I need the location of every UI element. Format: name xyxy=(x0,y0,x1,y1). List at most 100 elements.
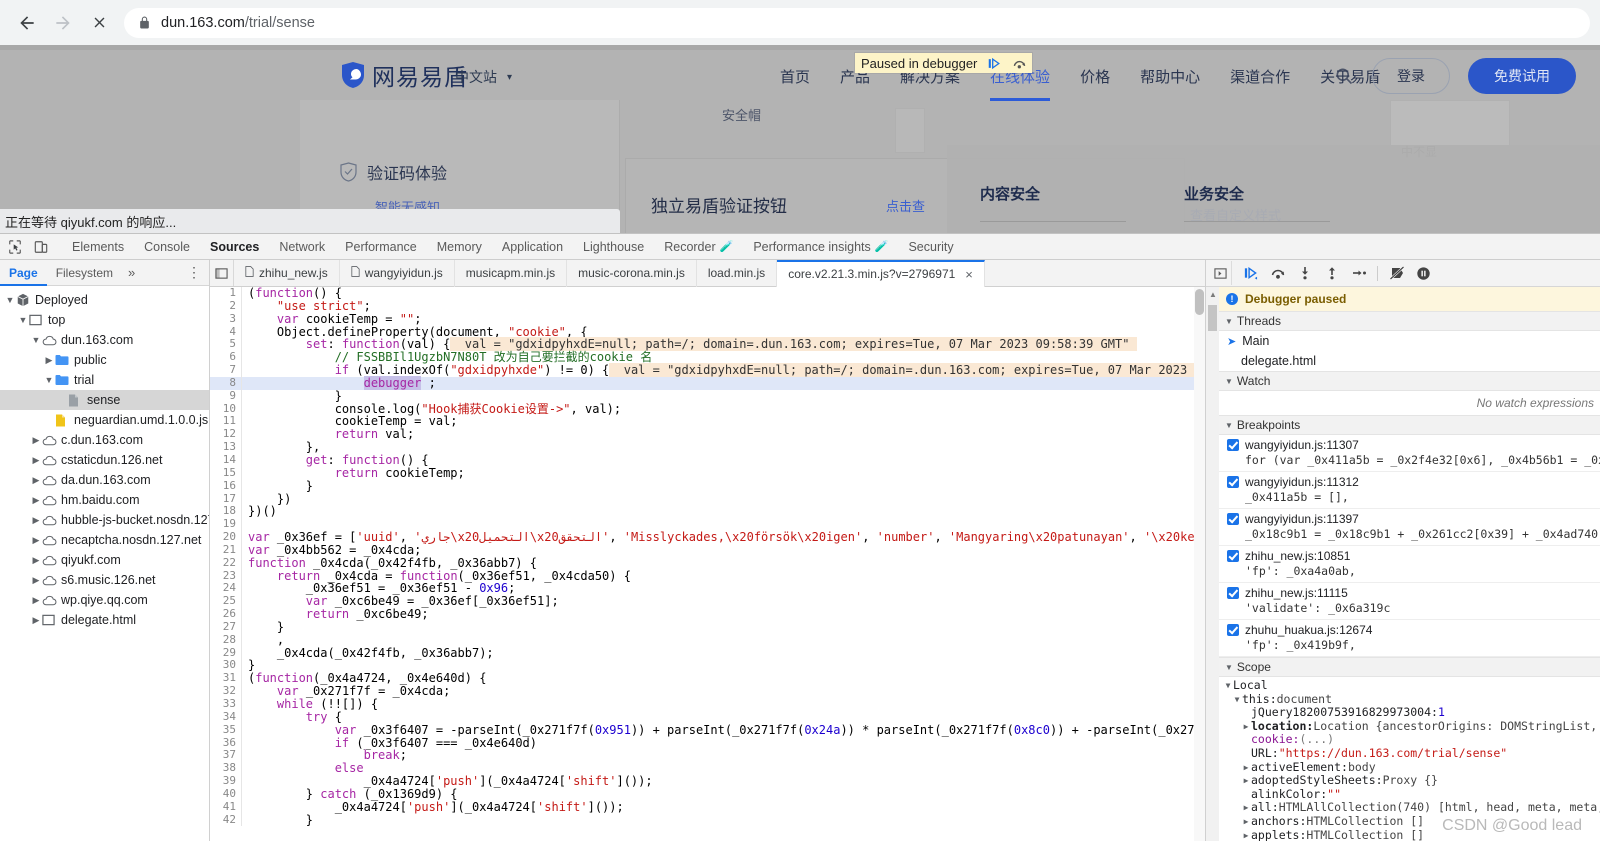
code-line[interactable]: 18})() xyxy=(210,504,1205,519)
banner-resume-button[interactable] xyxy=(983,54,1006,72)
scope-expander-icon[interactable]: ▶ xyxy=(1241,774,1251,788)
tree-item-hm-baidu-com[interactable]: ▶ hm.baidu.com xyxy=(0,490,209,510)
breakpoint-checkbox[interactable] xyxy=(1227,439,1239,451)
tree-item-dun-163-com[interactable]: ▼ dun.163.com xyxy=(0,330,209,350)
section-header-watch[interactable]: ▼ Watch xyxy=(1219,371,1600,391)
code-editor[interactable]: 1 (function() {2 "use strict"; 3 var cooki… xyxy=(210,287,1205,841)
line-number[interactable]: 6 xyxy=(210,350,242,365)
navigator-tab-filesystem[interactable]: Filesystem xyxy=(47,260,122,286)
code-line[interactable]: 26 return _0xc6be49; xyxy=(210,607,1205,621)
tab-lighthouse[interactable]: Lighthouse xyxy=(573,234,654,260)
thread-item-delegate[interactable]: delegate.html xyxy=(1219,351,1600,371)
tree-item-neguardian-umd-1-0-0-js[interactable]: neguardian.umd.1.0.0.js xyxy=(0,410,209,430)
address-bar[interactable]: dun.163.com/trial/sense xyxy=(124,7,1590,38)
close-tab-icon[interactable]: × xyxy=(965,267,973,282)
line-number[interactable]: 34 xyxy=(210,710,242,724)
code-line[interactable]: 39 _0x4a4724['push'](_0x4a4724['shift'](… xyxy=(210,774,1205,788)
tree-twisty-icon[interactable]: ▼ xyxy=(4,295,16,305)
show-debugger-button[interactable] xyxy=(1209,261,1232,285)
line-number[interactable]: 26 xyxy=(210,607,242,621)
code-line[interactable]: 9 } xyxy=(210,389,1205,403)
file-tab-wangyiyidun-js[interactable]: wangyiyidun.js xyxy=(340,259,455,287)
tab-recorder[interactable]: Recorder 🧪 xyxy=(654,234,743,260)
editor-scrollbar[interactable] xyxy=(1194,287,1205,841)
banner-step-over-button[interactable] xyxy=(1008,54,1031,72)
thread-item-main[interactable]: ➤ Main xyxy=(1219,331,1600,351)
tab-elements[interactable]: Elements xyxy=(62,234,134,260)
line-number[interactable]: 4 xyxy=(210,325,242,339)
nav-item-partners[interactable]: 渠道合作 xyxy=(1230,66,1290,87)
section-header-scope[interactable]: ▼ Scope xyxy=(1219,657,1600,677)
tree-twisty-icon[interactable]: ▶ xyxy=(30,515,42,526)
chevron-double-right-icon[interactable]: » xyxy=(122,265,141,280)
file-tab-music-corona-min-js[interactable]: music-corona.min.js xyxy=(567,259,697,287)
breakpoint-checkbox[interactable] xyxy=(1227,550,1239,562)
code-line[interactable]: 34 try { xyxy=(210,710,1205,724)
breakpoint-checkbox[interactable] xyxy=(1227,513,1239,525)
line-number[interactable]: 16 xyxy=(210,479,242,493)
tree-twisty-icon[interactable]: ▶ xyxy=(43,355,55,366)
tree-item-trial[interactable]: ▼ trial xyxy=(0,370,209,390)
line-number[interactable]: 42 xyxy=(210,813,242,827)
code-line[interactable]: 40 } catch (_0x1369d9) { xyxy=(210,787,1205,801)
tab-memory[interactable]: Memory xyxy=(427,234,492,260)
scope-row[interactable]: jQuery18200753916829973004: 1 xyxy=(1223,706,1600,720)
deactivate-breakpoints-button[interactable] xyxy=(1384,261,1409,285)
scope-row[interactable]: ▶ all: HTMLAllCollection(740) [html, head… xyxy=(1223,801,1600,815)
tree-twisty-icon[interactable]: ▶ xyxy=(30,535,42,546)
scope-expander-icon[interactable]: ▶ xyxy=(1241,720,1251,734)
editor-scrollbar-thumb[interactable] xyxy=(1195,289,1204,315)
code-line[interactable]: 41 _0x4a4724['push'](_0x4a4724['shift'](… xyxy=(210,800,1205,814)
line-number[interactable]: 40 xyxy=(210,787,242,801)
back-button[interactable] xyxy=(10,6,44,40)
code-line[interactable]: 8 debugger ; xyxy=(210,375,1205,390)
tree-twisty-icon[interactable]: ▶ xyxy=(30,595,42,606)
file-tab-load-min-js[interactable]: load.min.js xyxy=(697,259,778,287)
site-brand[interactable]: 网易易盾 xyxy=(340,58,468,92)
line-number[interactable]: 2 xyxy=(210,299,242,313)
step-over-button[interactable] xyxy=(1265,261,1290,285)
stop-loading-button[interactable] xyxy=(82,6,116,40)
tab-performance[interactable]: Performance xyxy=(335,234,427,260)
breakpoint-item[interactable]: wangyiyidun.js:11312 _0x411a5b = [], xyxy=(1219,472,1600,509)
code-line[interactable]: 33 while (!![]) { xyxy=(210,697,1205,711)
file-tab-musicapm-min-js[interactable]: musicapm.min.js xyxy=(455,259,568,287)
breakpoint-item[interactable]: zhihu_new.js:11115'validate': _0x6a319c xyxy=(1219,583,1600,620)
scope-row[interactable]: ▶ adoptedStyleSheets: Proxy {} xyxy=(1223,774,1600,788)
tree-twisty-icon[interactable]: ▶ xyxy=(30,475,42,486)
scope-row[interactable]: ▶ location: Location {ancestorOrigins: DO… xyxy=(1223,719,1600,734)
line-number[interactable]: 22 xyxy=(210,556,242,570)
tree-twisty-icon[interactable]: ▶ xyxy=(30,575,42,586)
code-line[interactable]: 28 , xyxy=(210,633,1205,647)
scope-row[interactable]: alinkColor: "" xyxy=(1223,787,1600,802)
tree-item-cstaticdun-126-net[interactable]: ▶ cstaticdun.126.net xyxy=(0,450,209,470)
tree-item-public[interactable]: ▶ public xyxy=(0,350,209,370)
tree-item-s6-music-126-net[interactable]: ▶ s6.music.126.net xyxy=(0,570,209,590)
code-line[interactable]: 12 return val; xyxy=(210,427,1205,442)
language-selector[interactable]: 中文站 ▾ xyxy=(455,67,512,87)
code-line[interactable]: 21 var _0x4bb562 = _0x4cda; xyxy=(210,543,1205,557)
code-line[interactable]: 15 return cookieTemp; xyxy=(210,466,1205,480)
breakpoint-checkbox[interactable] xyxy=(1227,624,1239,636)
tree-twisty-icon[interactable]: ▶ xyxy=(30,495,42,506)
tree-twisty-icon[interactable]: ▶ xyxy=(30,615,42,626)
line-number[interactable]: 1 xyxy=(210,287,242,300)
breakpoint-item[interactable]: zhuhu_huakua.js:12674'fp': _0x419b9f, xyxy=(1219,620,1600,657)
code-line[interactable]: 3 var cookieTemp = ""; xyxy=(210,312,1205,326)
code-line[interactable]: 7 if (val.indexOf("gdxidpyhxde") != 0) {… xyxy=(210,363,1205,378)
code-line[interactable]: 29 _0x4cda(_0x42f4fb, _0x36abb7); xyxy=(210,646,1205,660)
line-number[interactable]: 15 xyxy=(210,466,242,480)
line-number[interactable]: 5 xyxy=(210,338,242,352)
sidebar-scrollbar[interactable]: ▲ xyxy=(1206,287,1219,841)
code-line[interactable]: 16 } xyxy=(210,479,1205,493)
line-number[interactable]: 14 xyxy=(210,453,242,467)
tree-item-deployed[interactable]: ▼ Deployed xyxy=(0,290,209,310)
line-number[interactable]: 41 xyxy=(210,800,242,814)
breakpoint-item[interactable]: wangyiyidun.js:11307 for (var _0x411a5b =… xyxy=(1219,435,1600,472)
code-line[interactable]: 17 }) xyxy=(210,492,1205,506)
tab-performance-insights[interactable]: Performance insights 🧪 xyxy=(743,234,898,260)
step-into-button[interactable] xyxy=(1292,261,1317,285)
tree-twisty-icon[interactable]: ▼ xyxy=(30,335,42,345)
line-number[interactable]: 7 xyxy=(210,363,242,377)
sidebar-scrollbar-thumb[interactable] xyxy=(1208,305,1217,331)
